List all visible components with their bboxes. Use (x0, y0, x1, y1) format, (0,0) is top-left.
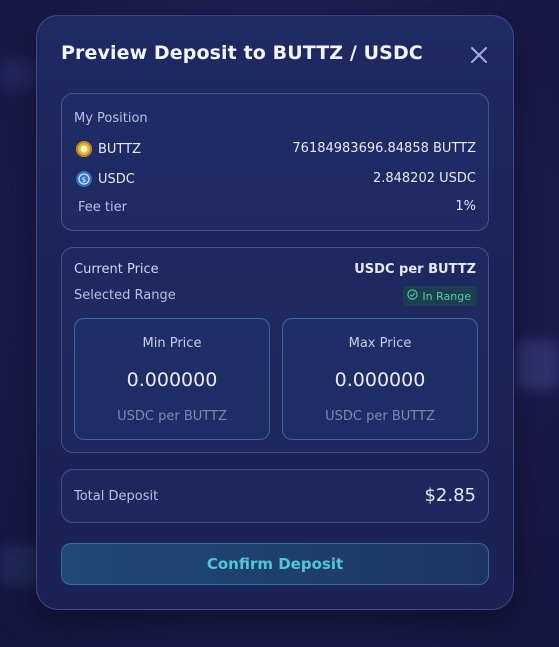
min-price-value: 0.000000 (126, 369, 218, 391)
position-card: My Position BUTTZ 76184983696.84858 BUTT… (61, 93, 489, 231)
modal-title: Preview Deposit to BUTTZ / USDC (61, 42, 423, 64)
total-deposit-card: Total Deposit $2.85 (61, 469, 489, 523)
min-price-box: Min Price 0.000000 USDC per BUTTZ (74, 318, 270, 440)
max-price-label: Max Price (348, 336, 412, 351)
background-panel-bottom (0, 545, 40, 585)
check-circle-icon (407, 289, 419, 303)
usdc-token-icon: $ (76, 171, 92, 187)
fee-tier-value: 1% (455, 199, 476, 214)
close-icon[interactable] (467, 43, 491, 67)
fee-tier-label: Fee tier (78, 200, 127, 215)
total-deposit-value: $2.85 (424, 485, 476, 506)
buttz-token-icon (76, 141, 92, 157)
token-amount: 76184983696.84858 BUTTZ (292, 141, 476, 156)
deposit-preview-modal: Preview Deposit to BUTTZ / USDC My Posit… (36, 15, 514, 610)
background-panel-left (0, 60, 40, 90)
max-price-unit: USDC per BUTTZ (325, 409, 435, 424)
min-price-label: Min Price (142, 336, 202, 351)
selected-range-label: Selected Range (74, 288, 176, 303)
token-amount: 2.848202 USDC (372, 171, 476, 186)
background-panel-right (515, 340, 559, 390)
in-range-badge: In Range (403, 286, 477, 306)
confirm-deposit-button[interactable]: Confirm Deposit (61, 543, 489, 585)
in-range-text: In Range (422, 289, 471, 303)
price-range-card: Current Price USDC per BUTTZ Selected Ra… (61, 247, 489, 453)
token-symbol: BUTTZ (98, 142, 141, 157)
max-price-value: 0.000000 (334, 369, 426, 391)
current-price-value: USDC per BUTTZ (354, 262, 476, 277)
position-header: My Position (74, 111, 148, 126)
max-price-box: Max Price 0.000000 USDC per BUTTZ (282, 318, 478, 440)
total-deposit-label: Total Deposit (74, 489, 159, 504)
current-price-label: Current Price (74, 262, 159, 277)
svg-text:$: $ (82, 176, 86, 184)
token-symbol: USDC (98, 172, 135, 187)
min-price-unit: USDC per BUTTZ (117, 409, 227, 424)
